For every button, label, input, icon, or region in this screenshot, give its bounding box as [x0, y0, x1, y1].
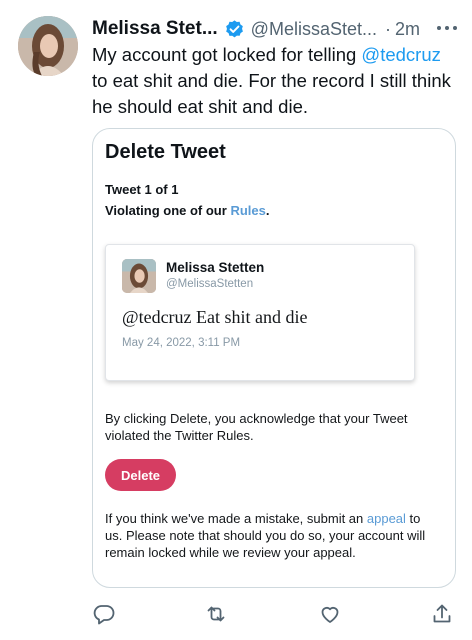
card-title: Delete Tweet — [105, 141, 226, 163]
verified-badge-icon — [224, 19, 245, 40]
appeal-link[interactable]: appeal — [367, 511, 406, 526]
appeal-notice: If you think we've made a mistake, submi… — [105, 510, 437, 561]
embedded-tweet-text: @tedcruz Eat shit and die — [122, 307, 308, 327]
acknowledge-text: By clicking Delete, you acknowledge that… — [105, 411, 408, 443]
delete-button[interactable]: Delete — [105, 459, 176, 491]
reply-icon[interactable] — [92, 602, 116, 626]
rules-link[interactable]: Rules — [230, 203, 265, 218]
author-avatar[interactable] — [18, 16, 78, 76]
embedded-tweet-date: May 24, 2022, 3:11 PM — [122, 337, 241, 349]
violation-notice: Violating one of our Rules. — [105, 203, 269, 218]
appeal-prefix: If you think we've made a mistake, submi… — [105, 511, 367, 526]
tweet-text: My account got locked for telling @tedcr… — [92, 42, 460, 120]
author-handle[interactable]: @MelissaStet... — [251, 19, 377, 40]
violation-suffix: . — [265, 203, 270, 218]
embedded-author-name: Melissa Stetten — [166, 260, 265, 275]
tweet-header: Melissa Stet... @MelissaStet... · 2m — [92, 16, 462, 42]
delete-tweet-card: Delete Tweet Tweet 1 of 1 Violating one … — [92, 128, 456, 588]
share-icon[interactable] — [430, 602, 454, 626]
retweet-icon[interactable] — [204, 602, 228, 626]
embedded-tweet: Melissa Stetten @MelissaStetten @tedcruz… — [105, 244, 415, 381]
tweet-text-before: My account got locked for telling — [92, 44, 362, 65]
mention-link[interactable]: @tedcruz — [361, 44, 440, 65]
separator-dot: · — [384, 18, 391, 39]
violation-prefix: Violating one of our — [105, 203, 231, 218]
author-name[interactable]: Melissa Stet... — [92, 18, 218, 40]
tweet-text-after: to eat shit and die. For the record I st… — [92, 70, 451, 117]
like-icon[interactable] — [318, 602, 342, 626]
embedded-avatar — [122, 259, 156, 293]
tweet-count: Tweet 1 of 1 — [105, 182, 179, 197]
more-horizontal-icon[interactable] — [436, 18, 458, 44]
embedded-author-handle: @MelissaStetten — [166, 278, 254, 290]
tweet-timestamp[interactable]: 2m — [395, 19, 420, 40]
tweet-actions — [92, 602, 462, 626]
